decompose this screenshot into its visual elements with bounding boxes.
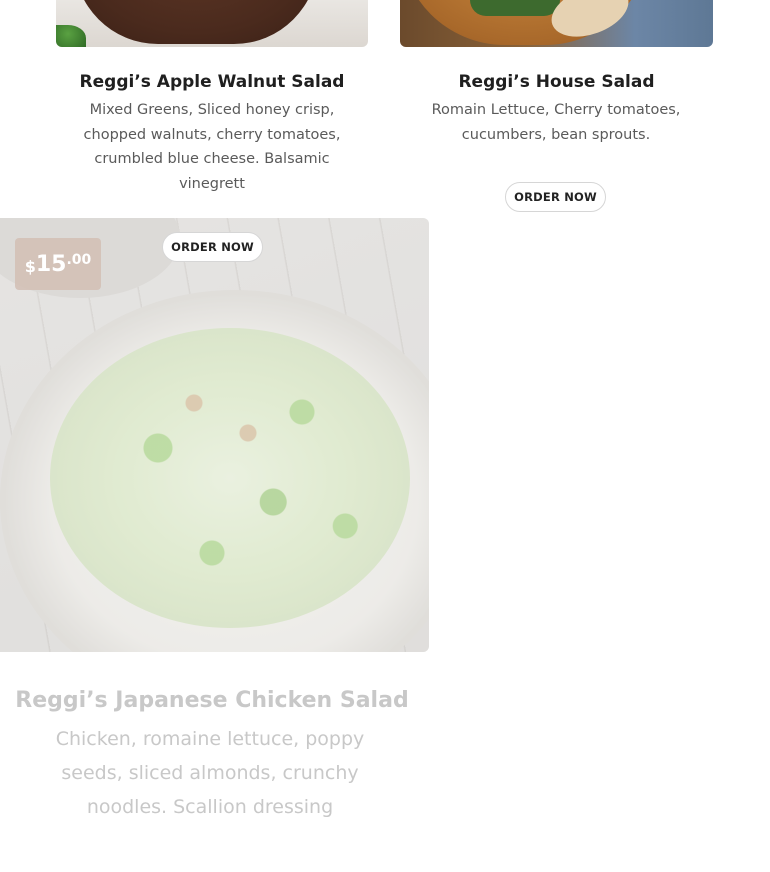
price-whole: 15 (35, 251, 67, 277)
price-cents: .00 (66, 252, 92, 268)
apple-walnut-salad-description: Mixed Greens, Sliced honey crisp, choppe… (83, 102, 341, 192)
japanese-chicken-salad-title[interactable]: Reggi’s Japanese Chicken Salad (0, 688, 424, 713)
greens-graphic (56, 25, 86, 47)
price-currency: $ (24, 256, 36, 276)
price-badge: $ 15 .00 (15, 238, 101, 290)
house-salad-order-button[interactable]: ORDER NOW (505, 182, 606, 212)
apple-walnut-order-button-overlay[interactable]: ORDER NOW (162, 232, 263, 262)
house-salad-title[interactable]: Reggi’s House Salad (400, 72, 713, 92)
japanese-chicken-salad-description: Chicken, romaine lettuce, poppy seeds, s… (55, 728, 365, 818)
apple-walnut-salad-title[interactable]: Reggi’s Apple Walnut Salad (56, 72, 368, 92)
bowl-graphic (74, 0, 318, 44)
house-salad-description: Romain Lettuce, Cherry tomatoes, cucumbe… (431, 102, 681, 143)
house-salad-image[interactable] (400, 0, 713, 47)
apple-walnut-salad-image[interactable] (56, 0, 368, 47)
leaf-graphic (470, 0, 560, 16)
